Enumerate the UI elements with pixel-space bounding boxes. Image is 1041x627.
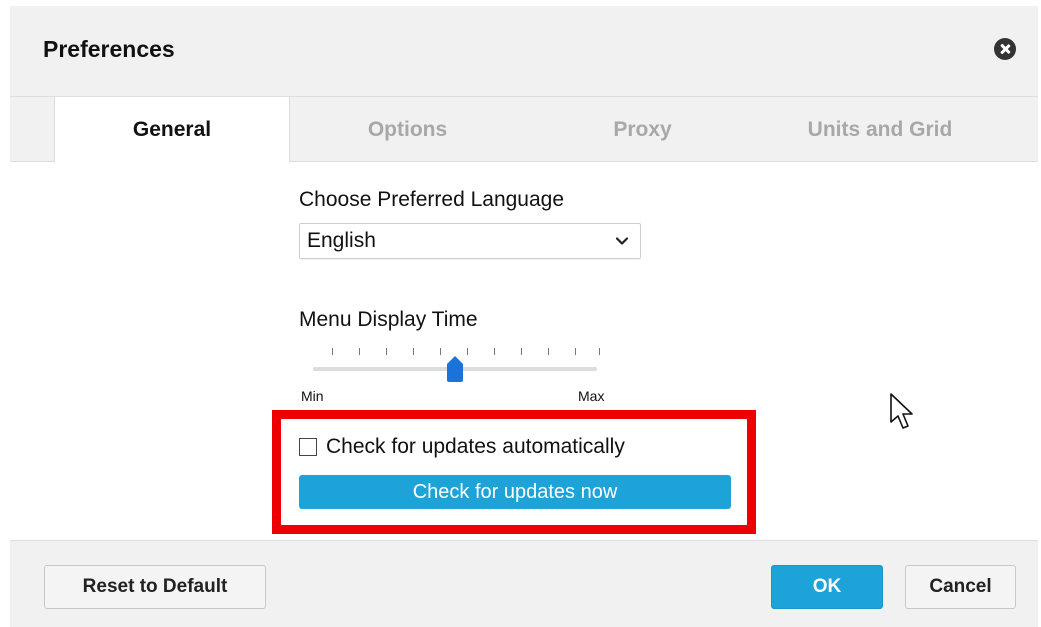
check-updates-now-button[interactable]: Check for updates now	[299, 475, 731, 509]
tab-proxy[interactable]: Proxy	[525, 97, 760, 162]
auto-update-label: Check for updates automatically	[326, 435, 625, 458]
slider-tick	[359, 348, 360, 355]
slider-tick	[332, 348, 333, 355]
menu-display-time-slider[interactable]	[299, 344, 609, 394]
slider-min-label: Min	[301, 388, 324, 404]
language-select[interactable]: English	[299, 223, 641, 259]
slider-tick	[599, 348, 600, 355]
tab-bar: General Options Proxy Units and Grid	[10, 97, 1038, 163]
slider-tick	[521, 348, 522, 355]
slider-tick	[440, 348, 441, 355]
slider-max-label: Max	[578, 388, 605, 404]
dialog-footer: Reset to Default OK Cancel	[10, 540, 1038, 627]
slider-tick	[386, 348, 387, 355]
close-icon[interactable]	[994, 38, 1016, 60]
mouse-pointer-icon	[890, 393, 913, 429]
auto-update-option[interactable]: Check for updates automatically	[299, 435, 625, 459]
slider-tick	[575, 348, 576, 355]
slider-tick	[467, 348, 468, 355]
reset-to-default-button[interactable]: Reset to Default	[44, 565, 266, 609]
ok-button[interactable]: OK	[771, 565, 883, 609]
slider-tick	[494, 348, 495, 355]
chevron-down-icon	[615, 237, 629, 245]
auto-update-checkbox[interactable]	[299, 438, 317, 456]
tab-general[interactable]: General	[55, 97, 290, 163]
dialog-header: Preferences	[10, 6, 1038, 97]
language-label: Choose Preferred Language	[299, 188, 565, 211]
slider-thumb[interactable]	[447, 356, 463, 382]
language-select-value: English	[307, 229, 376, 252]
preferences-dialog: Preferences General Options Proxy Units …	[10, 0, 1038, 627]
menu-display-time-label: Menu Display Time	[299, 308, 478, 331]
general-panel: Choose Preferred Language English Menu D…	[10, 162, 1038, 540]
highlight-box	[272, 410, 756, 534]
tab-options[interactable]: Options	[290, 97, 525, 162]
slider-tick	[548, 348, 549, 355]
slider-tick	[413, 348, 414, 355]
dialog-title: Preferences	[43, 36, 175, 62]
tab-bar-spacer	[22, 97, 55, 162]
cancel-button[interactable]: Cancel	[905, 565, 1016, 609]
tab-units-and-grid[interactable]: Units and Grid	[760, 97, 1000, 162]
